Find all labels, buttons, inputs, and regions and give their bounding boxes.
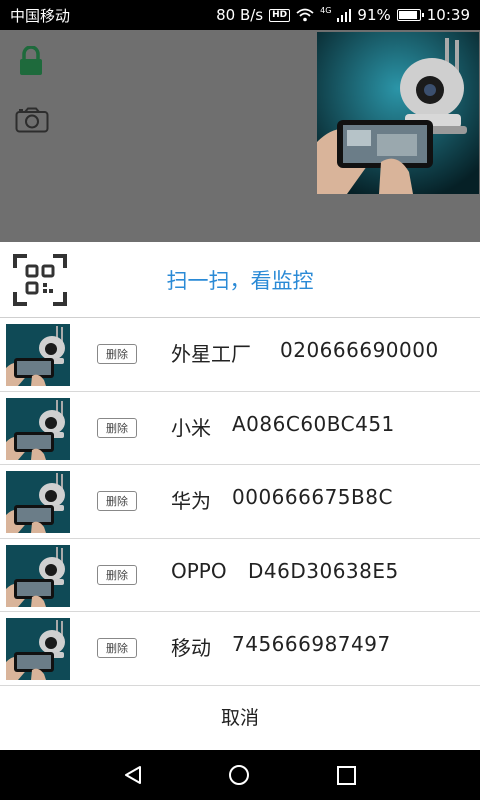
device-row[interactable]: 删除 移动 745666987497 xyxy=(0,612,480,686)
battery-icon xyxy=(396,9,424,21)
device-row[interactable]: 删除 OPPO D46D30638E5 xyxy=(0,539,480,612)
device-thumbnail xyxy=(6,397,70,460)
camera-product-illustration xyxy=(317,32,479,194)
device-name: OPPO xyxy=(171,558,227,583)
qr-scan-icon xyxy=(13,254,67,306)
device-id: 745666987497 xyxy=(232,632,391,656)
delete-button[interactable]: 删除 xyxy=(97,344,137,364)
app-background xyxy=(0,30,480,242)
camera-preview-image[interactable] xyxy=(317,32,479,194)
battery-percent: 91% xyxy=(357,6,391,24)
device-thumbnail xyxy=(6,324,70,386)
device-name: 华为 xyxy=(171,489,211,513)
carrier-label: 中国移动 xyxy=(10,6,71,25)
scan-qr-row[interactable]: 扫一扫，看监控 xyxy=(0,242,480,318)
device-list: 删除 外星工厂 020666690000 删除 小米 A086C60BC451 … xyxy=(0,318,480,686)
device-id: A086C60BC451 xyxy=(232,411,395,436)
navigation-bar xyxy=(0,750,480,800)
home-icon[interactable] xyxy=(228,764,250,786)
device-name: 小米 xyxy=(171,415,211,440)
hd-icon: HD xyxy=(269,8,291,22)
status-bar: 中国移动 80 B/s HD 4G 91% 10:39 xyxy=(0,0,480,30)
lock-icon[interactable] xyxy=(18,46,44,76)
device-row[interactable]: 删除 华为 000666675B8C xyxy=(0,465,480,539)
network-type: 4G xyxy=(320,6,332,15)
net-speed: 80 B/s xyxy=(216,6,264,24)
device-id: D46D30638E5 xyxy=(248,558,399,583)
status-indicators: 80 B/s HD 4G 91% 10:39 xyxy=(216,6,470,24)
device-thumbnail xyxy=(6,618,70,680)
clock: 10:39 xyxy=(426,6,470,24)
device-picker-sheet: 扫一扫，看监控 删除 外星工厂 020666690000 删除 小米 A086C… xyxy=(0,242,480,750)
device-id: 020666690000 xyxy=(280,338,439,362)
scan-label: 扫一扫，看监控 xyxy=(166,268,314,293)
delete-button[interactable]: 删除 xyxy=(97,638,137,658)
delete-button[interactable]: 删除 xyxy=(97,417,137,438)
signal-icon xyxy=(337,8,352,22)
camera-icon[interactable] xyxy=(15,107,49,133)
device-name: 外星工厂 xyxy=(171,342,251,366)
delete-button[interactable]: 删除 xyxy=(97,491,137,511)
delete-button[interactable]: 删除 xyxy=(97,564,137,585)
device-thumbnail xyxy=(6,471,70,533)
device-id: 000666675B8C xyxy=(232,485,393,509)
recent-apps-icon[interactable] xyxy=(337,766,356,785)
back-icon[interactable] xyxy=(123,765,143,785)
device-row[interactable]: 删除 小米 A086C60BC451 xyxy=(0,392,480,465)
device-row[interactable]: 删除 外星工厂 020666690000 xyxy=(0,318,480,392)
cancel-button[interactable]: 取消 xyxy=(0,686,480,748)
device-name: 移动 xyxy=(171,636,211,660)
device-thumbnail xyxy=(6,544,70,607)
wifi-icon xyxy=(296,8,314,22)
